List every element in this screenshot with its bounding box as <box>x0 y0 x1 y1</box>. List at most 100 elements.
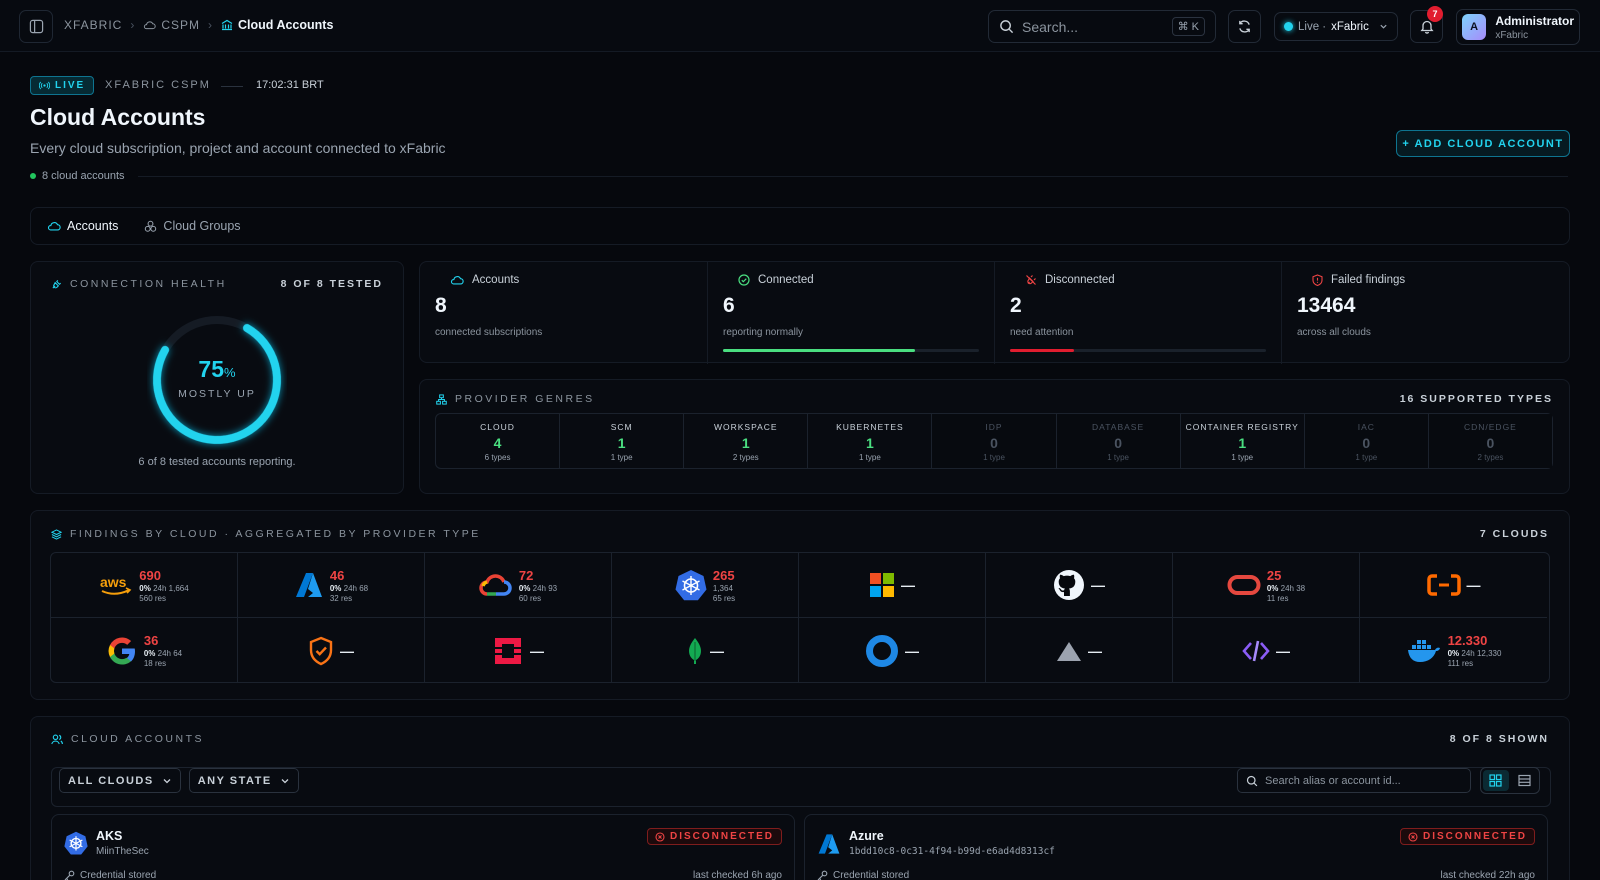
add-cloud-account-button[interactable]: + ADD CLOUD ACCOUNT <box>1396 130 1570 157</box>
stat-sub: connected subscriptions <box>435 327 543 338</box>
stat-value: 8 <box>435 294 447 317</box>
genre-name: DATABASE <box>1092 422 1145 432</box>
global-search[interactable]: Search... ⌘ K <box>988 10 1216 43</box>
finding-cell-openstack[interactable]: — <box>425 618 612 683</box>
cloud-filter-dropdown[interactable]: ALL CLOUDS <box>59 768 181 793</box>
broadcast-icon <box>39 81 50 90</box>
genre-iac[interactable]: IAC 0 1 type <box>1304 414 1429 468</box>
finding-cell-vercel[interactable]: — <box>986 618 1173 683</box>
stat-label: Failed findings <box>1331 274 1406 286</box>
tab-cloud-groups[interactable]: Cloud Groups <box>144 219 241 233</box>
finding-cell-oracle[interactable]: 25 0% 24h 38 11 res <box>1173 553 1360 618</box>
tab-bar: Accounts Cloud Groups <box>30 207 1570 245</box>
user-menu[interactable]: A Administrator xFabric <box>1456 9 1580 45</box>
refresh-button[interactable] <box>1228 10 1261 43</box>
health-summary: 6 of 8 tested accounts reporting. <box>138 456 296 468</box>
account-search[interactable]: Search alias or account id... <box>1237 768 1471 793</box>
finding-cell-code[interactable]: — <box>1173 618 1360 683</box>
grid-view-button[interactable] <box>1483 770 1509 791</box>
breadcrumb-root[interactable]: XFABRIC <box>64 18 122 32</box>
finding-pct: 0% <box>329 583 342 593</box>
genre-name: KUBERNETES <box>836 422 904 432</box>
avatar: A <box>1462 14 1487 40</box>
finding-value: 25 <box>1266 567 1282 583</box>
genre-list: CLOUD 4 6 types SCM 1 1 type WORKSPACE 1 2 typ… <box>435 413 1553 469</box>
finding-pct: 0% <box>1266 583 1279 593</box>
stat-accounts: Accounts 8 connected subscriptions <box>420 262 708 364</box>
account-name: AKS <box>96 829 123 843</box>
kubernetes-icon <box>64 831 88 855</box>
finding-cell-alibaba[interactable]: — <box>1360 553 1547 618</box>
genre-container-registry[interactable]: CONTAINER REGISTRY 1 1 type <box>1181 414 1305 468</box>
genre-count: 0 <box>990 435 998 451</box>
svg-text:aws: aws <box>100 574 127 590</box>
account-card[interactable]: AKS MiinTheSec DISCONNECTED Credential s… <box>51 814 795 880</box>
finding-value: 72 <box>518 567 534 583</box>
genre-cdn-edge[interactable]: CDN/EDGE 0 2 types <box>1428 414 1552 468</box>
breadcrumb-section[interactable]: CSPM <box>143 18 200 32</box>
finding-delta: 0% 24h 64 <box>144 649 182 658</box>
cloud-icon <box>144 21 157 30</box>
stat-sub: across all clouds <box>1297 327 1371 338</box>
genre-kubernetes[interactable]: KUBERNETES 1 1 type <box>808 414 933 468</box>
list-view-button[interactable] <box>1512 770 1538 791</box>
finding-cell-mongodb[interactable]: — <box>612 618 799 683</box>
finding-value: — <box>1276 642 1290 659</box>
connected-progress-bar <box>723 349 979 352</box>
genre-count: 1 <box>741 435 750 451</box>
finding-delta: 0% 24h 12,330 <box>1448 649 1502 658</box>
genre-types: 1 type <box>983 453 1005 462</box>
search-input[interactable]: Search... <box>1022 19 1078 35</box>
cloud-accounts-header: CLOUD ACCOUNTS <box>51 733 204 745</box>
finding-value: — <box>340 642 354 659</box>
user-org: xFabric <box>1495 29 1529 41</box>
finding-delta: 0% 24h 68 <box>330 584 368 593</box>
account-id: MiinTheSec <box>96 846 149 857</box>
stat-sub: need attention <box>1010 327 1074 338</box>
stat-label: Connected <box>758 274 814 286</box>
tab-accounts[interactable]: Accounts <box>47 219 118 233</box>
stat-failed-header: Failed findings <box>1297 274 1554 286</box>
account-card[interactable]: Azure 1bdd10c8-0c31-4f94-b99d-e6ad4d8313… <box>804 814 1548 880</box>
finding-value: — <box>1466 577 1481 593</box>
code-icon <box>1242 640 1270 661</box>
aws-icon: aws <box>100 574 132 595</box>
finding-cell-azure[interactable]: 46 0% 24h 68 32 res <box>238 553 425 618</box>
finding-cell-google[interactable]: 36 0% 24h 64 18 res <box>51 618 238 683</box>
status-badge: DISCONNECTED <box>646 828 782 845</box>
cloud-icon <box>450 276 464 285</box>
finding-value: — <box>1091 577 1105 593</box>
environment-selector[interactable]: Live · xFabric <box>1274 12 1398 41</box>
finding-delta-value: 24h 12,330 <box>1461 649 1502 658</box>
stat-value: 6 <box>723 294 735 317</box>
state-filter-dropdown[interactable]: ANY STATE <box>188 768 299 793</box>
tab-accounts-label: Accounts <box>67 219 119 233</box>
key-icon <box>817 870 828 880</box>
finding-delta: 0% 24h 1,664 <box>139 584 188 593</box>
finding-cell-aws[interactable]: aws 690 0% 24h 1,664 560 res <box>51 553 238 618</box>
boxes-icon <box>145 220 157 232</box>
accounts-shown: 8 OF 8 SHOWN <box>1449 733 1549 745</box>
genre-database[interactable]: DATABASE 0 1 type <box>1056 414 1181 468</box>
finding-value: — <box>530 642 544 659</box>
finding-cell-microsoft[interactable]: — <box>799 553 986 618</box>
sidebar-toggle-button[interactable] <box>19 10 53 43</box>
genre-cloud[interactable]: CLOUD 4 6 types <box>436 414 561 468</box>
finding-cell-gcp[interactable]: 72 0% 24h 93 60 res <box>425 553 612 618</box>
page-subtitle: Every cloud subscription, project and ac… <box>30 140 446 156</box>
genre-workspace[interactable]: WORKSPACE 1 2 types <box>684 414 809 468</box>
finding-cell-docker[interactable]: 12.330 0% 24h 12,330 111 res <box>1360 618 1547 683</box>
finding-cell-okta[interactable]: — <box>799 618 986 683</box>
environment-status: Live · <box>1298 20 1327 33</box>
finding-value: 12.330 <box>1447 633 1488 648</box>
finding-cell-kubernetes[interactable]: 265 1,364 65 res <box>612 553 799 618</box>
account-search-input[interactable]: Search alias or account id... <box>1265 775 1401 787</box>
genre-idp[interactable]: IDP 0 1 type <box>932 414 1057 468</box>
shield-check-icon <box>309 636 333 665</box>
finding-cell-github[interactable]: — <box>986 553 1173 618</box>
breadcrumb-current-label: Cloud Accounts <box>238 18 334 32</box>
finding-value: 265 <box>712 567 735 583</box>
finding-cell-shield[interactable]: — <box>238 618 425 683</box>
genre-scm[interactable]: SCM 1 1 type <box>560 414 685 468</box>
credential-label: Credential stored <box>833 870 910 880</box>
